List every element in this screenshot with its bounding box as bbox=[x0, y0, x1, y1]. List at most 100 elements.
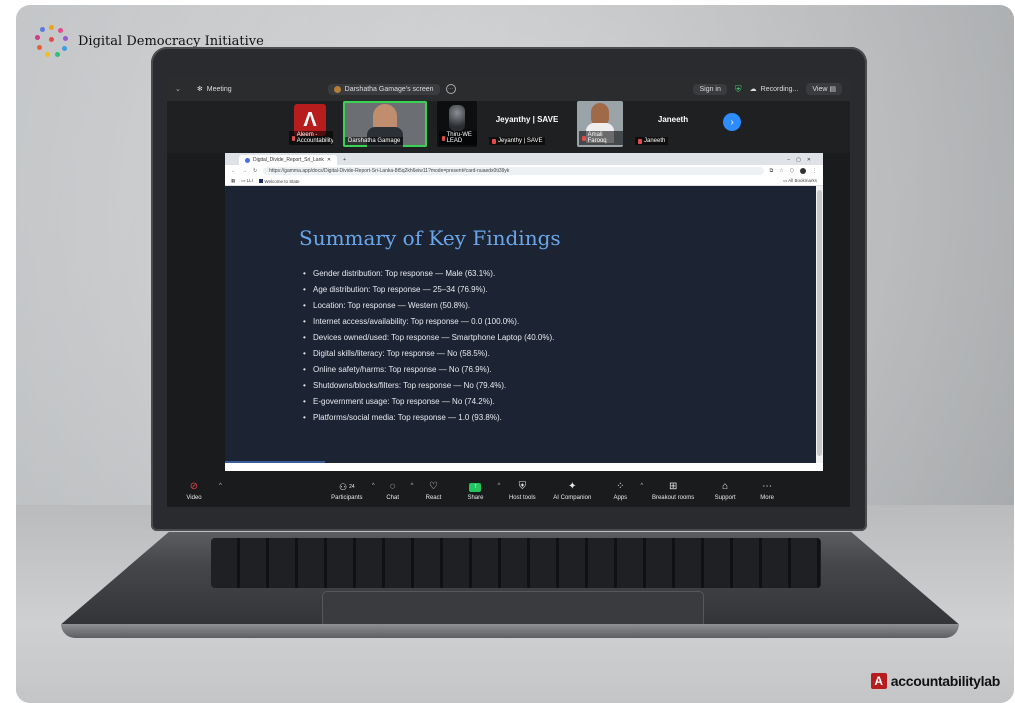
forward-icon[interactable]: → bbox=[242, 168, 247, 174]
support-button[interactable]: ⌂ Support bbox=[703, 477, 747, 505]
bookmark-star-icon[interactable]: ☆ bbox=[779, 168, 783, 174]
all-bookmarks-label: All Bookmarks bbox=[788, 178, 817, 183]
participant-tile-active-speaker[interactable]: Darshatha Gamage bbox=[343, 101, 427, 147]
breakout-rooms-button[interactable]: ⊞ Breakout rooms bbox=[643, 477, 703, 505]
finding-item: Platforms/social media: Top response — 1… bbox=[303, 410, 554, 426]
muted-mic-icon bbox=[638, 138, 642, 144]
chevron-down-icon[interactable]: ⌄ bbox=[175, 85, 181, 93]
react-label: React bbox=[425, 494, 442, 501]
reload-icon[interactable]: ↻ bbox=[253, 168, 257, 174]
keyboard bbox=[211, 538, 821, 588]
video-options-caret-icon[interactable]: ^ bbox=[219, 483, 222, 489]
accountability-lab-wordmark: accountabilitylab bbox=[890, 673, 1001, 689]
apps-grid-icon[interactable]: ▦ bbox=[231, 178, 235, 184]
finding-item: Internet access/availability: Top respon… bbox=[303, 314, 554, 330]
participant-display-name: Janeeth bbox=[657, 114, 689, 124]
close-tab-icon[interactable]: ✕ bbox=[327, 157, 331, 163]
laptop-front-edge bbox=[61, 624, 959, 638]
address-bar[interactable]: https://gamma.app/docs/Digital-Divide-Re… bbox=[263, 167, 764, 175]
zoom-top-bar: ⌄ ✻ Meeting Darshatha Gamage's screen ⋯ … bbox=[167, 77, 850, 101]
photo-background: Digital Democracy Initiative ⌄ ✻ Meeting… bbox=[16, 5, 1014, 703]
apps-label: Apps bbox=[613, 494, 628, 501]
participant-name-tag: Jeyanthy | SAVE bbox=[489, 137, 546, 145]
recording-label: Recording... bbox=[760, 85, 799, 93]
more-button[interactable]: ⋯ More bbox=[747, 477, 787, 505]
ai-companion-label: AI Companion bbox=[553, 494, 592, 501]
back-icon[interactable]: ← bbox=[231, 168, 236, 174]
apps-button[interactable]: ⁘ Apps bbox=[600, 477, 640, 505]
window-controls[interactable]: –▢✕ bbox=[787, 157, 817, 163]
cloud-icon: ☁ bbox=[749, 86, 757, 93]
browser-tab[interactable]: Digital_Divide_Report_Sri_Lank ✕ bbox=[239, 155, 338, 165]
bookmark-label: LLI bbox=[246, 178, 254, 183]
screen-share-pill[interactable]: Darshatha Gamage's screen bbox=[327, 83, 440, 95]
ai-companion-button[interactable]: ✦ AI Companion bbox=[544, 477, 600, 505]
bookmark-folder[interactable]: ▭ LLI bbox=[241, 178, 253, 184]
participant-tile[interactable]: Thiru-WE LEAD bbox=[437, 101, 477, 147]
muted-mic-icon bbox=[492, 138, 496, 144]
screen-share-title: Darshatha Gamage's screen bbox=[344, 85, 434, 93]
finding-item: Age distribution: Top response — 25–34 (… bbox=[303, 282, 554, 298]
video-button[interactable]: ⊘ Video bbox=[169, 477, 219, 505]
share-button[interactable]: ↑ Share bbox=[453, 477, 497, 505]
meeting-icon: ✻ bbox=[196, 86, 203, 93]
host-tools-label: Host tools bbox=[508, 494, 536, 501]
participant-display-name: Jeyanthy | SAVE bbox=[495, 114, 559, 124]
finding-item: Shutdowns/blocks/filters: Top response —… bbox=[303, 378, 554, 394]
react-button[interactable]: ♡ React bbox=[413, 477, 453, 505]
bookmark-link[interactable]: Welcome to Slate bbox=[259, 178, 300, 184]
key-findings-list: Gender distribution: Top response — Male… bbox=[303, 266, 554, 426]
slide-title: Summary of Key Findings bbox=[299, 226, 561, 250]
muted-mic-icon bbox=[442, 135, 445, 141]
host-tools-button[interactable]: ⛨ Host tools bbox=[500, 477, 544, 505]
participant-name-tag: Amali Farooq bbox=[579, 131, 623, 145]
more-dots-icon: ⋯ bbox=[762, 481, 773, 492]
extensions-icon[interactable]: ⬡ bbox=[790, 168, 794, 174]
share-label: Share bbox=[467, 494, 484, 501]
shared-browser-window: Digital_Divide_Report_Sri_Lank ✕ + –▢✕ ←… bbox=[225, 153, 823, 471]
url-text: https://gamma.app/docs/Digital-Divide-Re… bbox=[269, 168, 510, 174]
chat-label: Chat bbox=[386, 494, 399, 501]
sign-in-button[interactable]: Sign in bbox=[693, 83, 727, 95]
profile-avatar-icon[interactable] bbox=[800, 168, 806, 174]
participant-name-tag: Darshatha Gamage bbox=[345, 137, 404, 145]
scrollbar-thumb[interactable] bbox=[817, 190, 822, 456]
participant-tile[interactable]: Jeyanthy | SAVE Jeyanthy | SAVE bbox=[487, 101, 567, 147]
bookmark-label: Welcome to Slate bbox=[264, 178, 300, 184]
security-shield-icon[interactable]: ⛨ bbox=[735, 84, 742, 95]
view-button[interactable]: View ▤ bbox=[806, 83, 842, 95]
participant-tile[interactable]: Amali Farooq bbox=[577, 101, 623, 147]
participants-button[interactable]: ⚇ 24 Participants bbox=[322, 477, 372, 505]
browser-menu-icon[interactable]: ⋮ bbox=[812, 168, 817, 174]
next-participants-arrow-icon[interactable]: › bbox=[723, 113, 741, 131]
participant-name: Jeyanthy | SAVE bbox=[498, 138, 543, 144]
heart-icon: ♡ bbox=[429, 481, 438, 492]
finding-item: Location: Top response — Western (50.8%)… bbox=[303, 298, 554, 314]
zoom-bottom-toolbar: ⊘ Video ^ ⚇ 24 Participants ^ ◌ Chat ^ ♡ … bbox=[167, 475, 850, 507]
trackpad bbox=[323, 592, 703, 626]
browser-tab-strip: Digital_Divide_Report_Sri_Lank ✕ + –▢✕ bbox=[225, 153, 823, 165]
muted-mic-icon bbox=[292, 135, 295, 141]
install-icon[interactable]: ⧉ bbox=[770, 168, 774, 174]
accountability-lab-logo: A accountabilitylab bbox=[870, 673, 1001, 689]
finding-item: Online safety/harms: Top response — No (… bbox=[303, 362, 554, 378]
more-options-icon[interactable]: ⋯ bbox=[445, 84, 456, 94]
meeting-menu[interactable]: ✻ Meeting bbox=[196, 85, 232, 94]
sparkle-icon: ✦ bbox=[568, 481, 577, 492]
all-bookmarks-button[interactable]: ▭ All Bookmarks bbox=[783, 178, 817, 184]
recording-indicator[interactable]: ☁ Recording... bbox=[749, 85, 799, 94]
browser-tab-title: Digital_Divide_Report_Sri_Lank bbox=[253, 157, 324, 163]
chat-icon: ◌ bbox=[389, 481, 396, 492]
new-tab-icon[interactable]: + bbox=[343, 157, 346, 163]
breakout-rooms-label: Breakout rooms bbox=[651, 494, 695, 501]
shield-icon: ⛨ bbox=[518, 481, 527, 492]
participant-tile[interactable]: Janeeth Janeeth bbox=[633, 101, 713, 147]
page-scrollbar[interactable] bbox=[816, 186, 823, 463]
support-label: Support bbox=[714, 494, 736, 501]
participant-tile[interactable]: Λ Aleem - Accountability... bbox=[287, 101, 333, 147]
chat-button[interactable]: ◌ Chat bbox=[375, 477, 411, 505]
browser-address-row: ← → ↻ https://gamma.app/docs/Digital-Div… bbox=[225, 165, 823, 177]
video-label: Video bbox=[186, 494, 202, 501]
participant-name: Amali Farooq bbox=[587, 132, 607, 144]
muted-mic-icon bbox=[582, 135, 586, 141]
